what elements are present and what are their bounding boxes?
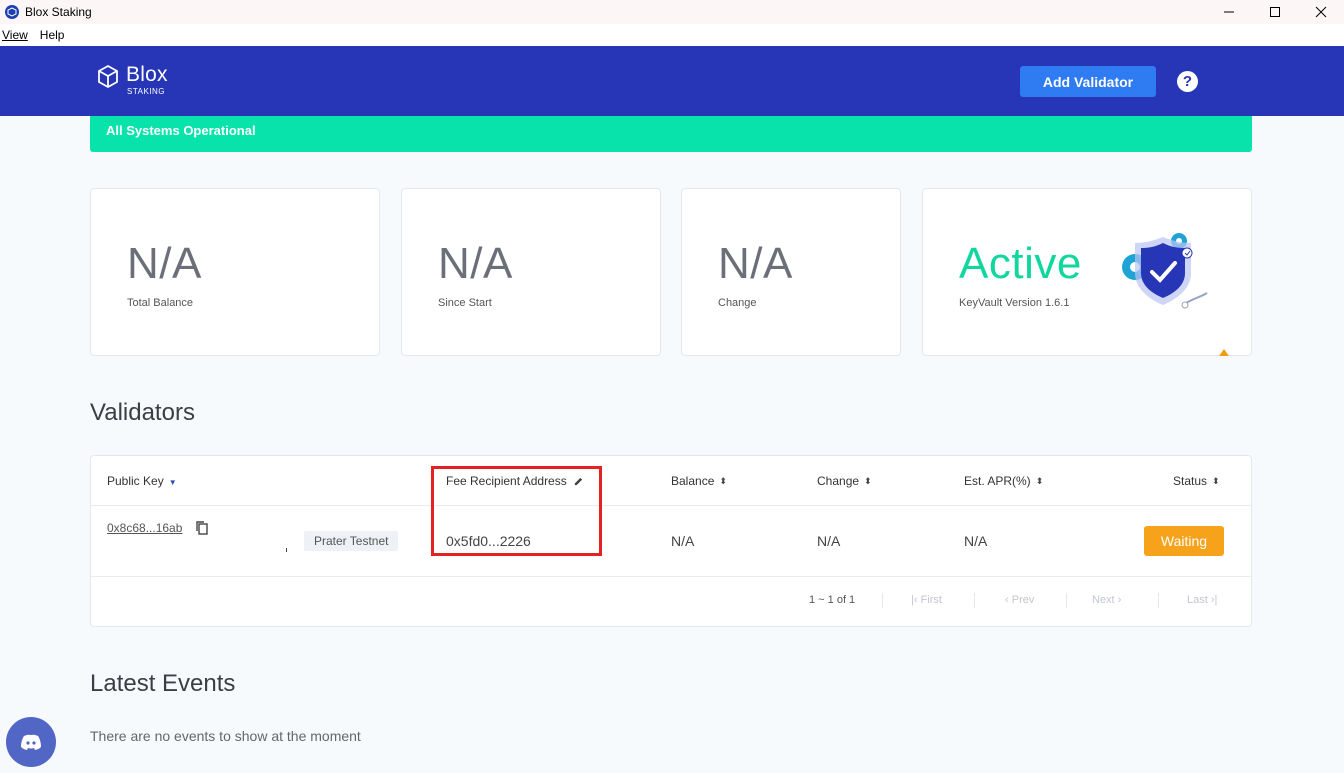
column-apr-label: Est. APR(%) bbox=[964, 474, 1031, 488]
total-balance-label: Total Balance bbox=[127, 297, 194, 309]
status-badge[interactable]: Waiting bbox=[1144, 526, 1224, 556]
sort-icon: ⬍ bbox=[1212, 475, 1220, 486]
change-cell-value: N/A bbox=[817, 533, 841, 549]
keyvault-version-label: KeyVault Version 1.6.1 bbox=[959, 297, 1070, 309]
close-button[interactable] bbox=[1298, 0, 1344, 24]
discord-icon bbox=[21, 734, 41, 750]
apr-value: N/A bbox=[964, 533, 988, 549]
validators-table: Public Key ▼ Fee Recipient Address Balan… bbox=[90, 455, 1252, 627]
window-controls bbox=[1206, 0, 1344, 24]
menu-view[interactable]: View bbox=[0, 28, 34, 42]
cube-logo-icon bbox=[98, 64, 118, 89]
latest-events-title: Latest Events bbox=[90, 670, 236, 697]
pagination-separator bbox=[974, 593, 975, 608]
column-public-key[interactable]: Public Key ▼ bbox=[107, 474, 177, 488]
column-balance-label: Balance bbox=[671, 474, 715, 488]
notification-triangle-icon bbox=[1219, 349, 1229, 356]
pagination-next-label: Next bbox=[1092, 594, 1115, 606]
validator-public-key-link[interactable]: 0x8c68...16ab bbox=[107, 521, 182, 535]
system-status-banner: All Systems Operational bbox=[90, 116, 1252, 152]
pagination-separator bbox=[1158, 593, 1159, 608]
close-icon bbox=[1315, 6, 1327, 18]
maximize-button[interactable] bbox=[1252, 0, 1298, 24]
minimize-button[interactable] bbox=[1206, 0, 1252, 24]
minimize-icon bbox=[1224, 11, 1234, 13]
pagination-first-label: First bbox=[920, 594, 942, 606]
prev-page-icon: ‹ bbox=[1005, 594, 1009, 606]
app-logo-icon bbox=[5, 5, 19, 19]
since-start-label: Since Start bbox=[438, 297, 492, 309]
pagination-separator bbox=[1066, 593, 1067, 608]
menu-help[interactable]: Help bbox=[38, 28, 71, 42]
pagination-info: 1 ~ 1 of 1 bbox=[809, 594, 856, 606]
sort-icon: ⬍ bbox=[719, 475, 727, 486]
brand-name: Blox bbox=[126, 63, 168, 86]
keyvault-card: Active KeyVault Version 1.6.1 bbox=[922, 188, 1252, 356]
menu-help-label: Help bbox=[39, 28, 65, 42]
column-status[interactable]: Status ⬍ bbox=[1173, 474, 1220, 488]
menu-bar: View Help bbox=[0, 24, 1344, 46]
pagination-last-label: Last bbox=[1187, 594, 1208, 606]
header-divider bbox=[91, 505, 1251, 506]
column-public-key-label: Public Key bbox=[107, 474, 164, 488]
next-page-icon: › bbox=[1117, 594, 1122, 606]
pagination-next[interactable]: Next › bbox=[1092, 594, 1121, 606]
change-card: N/A Change bbox=[681, 188, 901, 356]
column-change-label: Change bbox=[817, 474, 860, 488]
window-titlebar: Blox Staking bbox=[0, 0, 1344, 24]
change-label: Change bbox=[718, 297, 757, 309]
blox-logo[interactable]: Blox STAKING bbox=[96, 64, 168, 96]
column-status-label: Status bbox=[1173, 474, 1208, 488]
row-divider bbox=[91, 576, 1251, 577]
discord-button[interactable] bbox=[6, 717, 56, 767]
total-balance-value: N/A bbox=[127, 239, 202, 288]
last-page-icon: ›| bbox=[1210, 594, 1218, 606]
network-badge: Prater Testnet bbox=[304, 531, 399, 551]
app-header: Blox STAKING Add Validator ? bbox=[0, 46, 1344, 116]
no-events-message: There are no events to show at the momen… bbox=[90, 728, 361, 744]
pagination-prev[interactable]: ‹ Prev bbox=[1005, 594, 1034, 606]
total-balance-card: N/A Total Balance bbox=[90, 188, 380, 356]
since-start-value: N/A bbox=[438, 239, 513, 288]
brand-subtitle: STAKING bbox=[127, 87, 166, 96]
menu-view-label: View bbox=[2, 28, 28, 42]
since-start-card: N/A Since Start bbox=[401, 188, 661, 356]
balance-value: N/A bbox=[671, 533, 695, 549]
fee-recipient-highlight bbox=[431, 466, 602, 556]
divider-mark bbox=[286, 548, 287, 552]
shield-gears-illustration bbox=[1122, 233, 1208, 309]
pagination-first[interactable]: |‹ First bbox=[911, 594, 942, 606]
sort-icon: ⬍ bbox=[864, 475, 872, 486]
first-page-icon: |‹ bbox=[911, 594, 918, 606]
column-change[interactable]: Change ⬍ bbox=[817, 474, 872, 488]
column-apr[interactable]: Est. APR(%) ⬍ bbox=[964, 474, 1043, 488]
pagination-last[interactable]: Last ›| bbox=[1187, 594, 1217, 606]
window-title: Blox Staking bbox=[25, 5, 92, 19]
keyvault-status-value: Active bbox=[959, 239, 1082, 288]
validators-title: Validators bbox=[90, 399, 195, 426]
sort-desc-icon: ▼ bbox=[168, 477, 177, 487]
pagination-separator bbox=[882, 593, 883, 608]
change-value: N/A bbox=[718, 239, 793, 288]
pagination-prev-label: Prev bbox=[1011, 594, 1035, 606]
question-circle-icon[interactable]: ? bbox=[1177, 71, 1198, 92]
maximize-icon bbox=[1270, 7, 1280, 17]
column-balance[interactable]: Balance ⬍ bbox=[671, 474, 727, 488]
sort-icon: ⬍ bbox=[1035, 475, 1044, 486]
copy-icon[interactable] bbox=[195, 520, 209, 535]
add-validator-button[interactable]: Add Validator bbox=[1020, 66, 1156, 97]
